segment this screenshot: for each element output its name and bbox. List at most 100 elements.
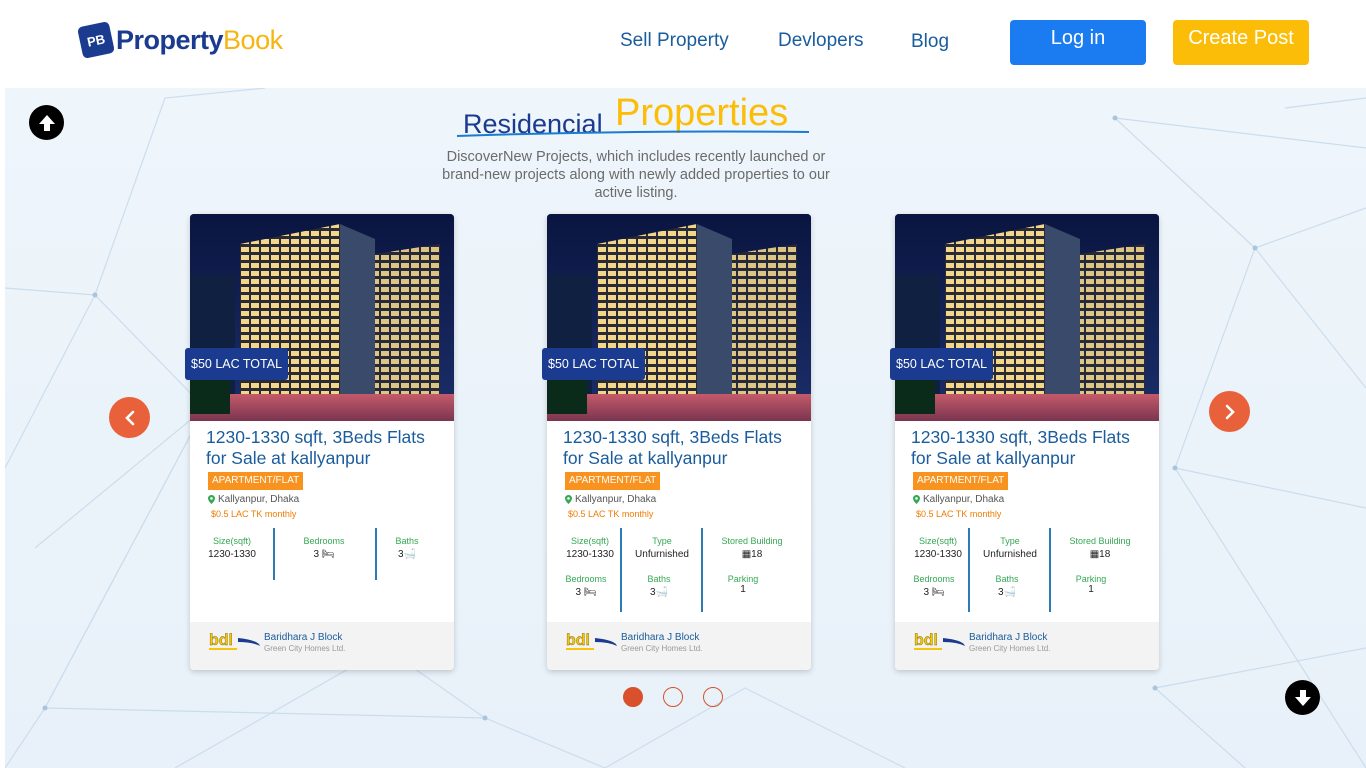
section-subtitle: DiscoverNew Projects, which includes rec… — [442, 149, 830, 201]
stat-size: Size(sqft) 1230-1330 — [559, 536, 621, 560]
stat-size-label: Size(sqft) — [570, 536, 609, 546]
developer-logo-text: bdl — [914, 632, 938, 649]
location-text: Kallyanpur, Dhaka — [218, 494, 300, 505]
property-card[interactable]: $50 LAC TOTAL 1230-1330 sqft, 3Beds Flat… — [542, 214, 811, 670]
developer-footer[interactable]: bdl Baridhara J Block Green City Homes L… — [547, 622, 811, 670]
bedrooms-count: 3 — [575, 587, 582, 598]
location-pin-icon — [208, 495, 215, 504]
property-card[interactable]: $50 LAC TOTAL 1230-1330 sqft, 3Beds Flat… — [890, 214, 1159, 670]
brand-logo-text: PropertyBook — [116, 25, 283, 56]
arrow-up-icon — [38, 114, 55, 131]
bath-icon: 🛁 — [1003, 587, 1016, 598]
stat-size-label: Size(sqft) — [918, 536, 957, 546]
developer-logo: bdl — [914, 632, 965, 650]
title-underline — [457, 130, 809, 137]
create-post-button[interactable]: Create Post — [1173, 20, 1309, 65]
stat-divider — [701, 528, 703, 612]
nav-blog[interactable]: Blog — [911, 31, 949, 53]
bed-icon: 🛏 — [931, 587, 945, 598]
stat-bedrooms-label: Bedrooms — [913, 574, 955, 584]
developer-footer[interactable]: bdl Baridhara J Block Green City Homes L… — [190, 622, 454, 670]
property-type-badge: APARTMENT/FLAT — [565, 472, 661, 490]
stat-type-label: Type — [652, 536, 672, 546]
stat-baths-value: 3🛁 — [387, 549, 427, 560]
stat-parking: Parking 1 — [1071, 574, 1111, 595]
property-location: Kallyanpur, Dhaka — [913, 494, 1004, 505]
building-icon: ▦ — [1089, 549, 1100, 560]
stored-count: 18 — [751, 549, 763, 560]
stat-parking-label: Parking — [727, 574, 759, 584]
stat-bedrooms-value: 3 🛏 — [559, 587, 613, 598]
stat-size-label: Size(sqft) — [212, 536, 251, 546]
carousel-prev-button[interactable] — [109, 397, 150, 438]
location-text: Kallyanpur, Dhaka — [575, 494, 657, 505]
stat-bedrooms: Bedrooms 3 🛏 — [907, 574, 961, 598]
developer-name: Baridhara J Block — [264, 632, 343, 643]
price-tag: $50 LAC TOTAL — [890, 348, 994, 380]
property-type-badge: APARTMENT/FLAT — [208, 472, 304, 490]
stat-bedrooms-value: 3 🛏 — [290, 549, 358, 560]
property-location: Kallyanpur, Dhaka — [565, 494, 656, 505]
stat-type: Type Unfurnished — [977, 536, 1043, 560]
monthly-price: $0.5 LAC TK monthly — [211, 509, 297, 519]
property-location: Kallyanpur, Dhaka — [208, 494, 299, 505]
developer-company: Green City Homes Ltd. — [264, 644, 346, 653]
price-tag: $50 LAC TOTAL — [185, 348, 289, 380]
stat-parking-label: Parking — [1075, 574, 1107, 584]
stat-divider — [620, 528, 622, 612]
property-type-badge: APARTMENT/FLAT — [913, 472, 1009, 490]
stat-size-value: 1230-1330 — [566, 549, 614, 560]
nav-developers[interactable]: Devlopers — [778, 30, 864, 52]
brand-logo-part1: Property — [116, 24, 224, 55]
property-card[interactable]: $50 LAC TOTAL 1230-1330 sqft, 3Beds Flat… — [185, 214, 454, 670]
stat-baths: Baths 3🛁 — [387, 536, 427, 560]
stat-stored-value: ▦18 — [1060, 549, 1140, 560]
stat-parking-value: 1 — [1088, 584, 1094, 595]
developer-footer[interactable]: bdl Baridhara J Block Green City Homes L… — [895, 622, 1159, 670]
scroll-up-button[interactable] — [29, 105, 64, 140]
property-title[interactable]: 1230-1330 sqft, 3Beds Flats for Sale at … — [911, 427, 1151, 469]
brand-logo[interactable]: PB PropertyBook — [77, 21, 283, 59]
stat-size-value: 1230-1330 — [208, 549, 256, 560]
stat-divider — [375, 528, 377, 580]
nav-sell-property[interactable]: Sell Property — [620, 30, 729, 52]
bath-icon: 🛁 — [403, 549, 416, 560]
property-image — [547, 214, 811, 421]
stat-baths: Baths 3🛁 — [639, 574, 679, 598]
stat-bedrooms: Bedrooms 3 🛏 — [290, 536, 358, 560]
stat-stored-value: ▦18 — [712, 549, 792, 560]
stat-stored-building: Stored Building ▦18 — [1060, 536, 1140, 560]
stat-stored-label: Stored Building — [1069, 536, 1131, 546]
developer-logo: bdl — [209, 632, 260, 650]
bedrooms-count: 3 — [313, 549, 320, 560]
section-title-part2: Properties — [615, 92, 789, 134]
monthly-price: $0.5 LAC TK monthly — [916, 509, 1002, 519]
property-image — [190, 214, 454, 421]
carousel-dot-2[interactable] — [663, 687, 683, 707]
property-image — [895, 214, 1159, 421]
stat-size: Size(sqft) 1230-1330 — [202, 536, 262, 560]
bed-icon: 🛏 — [321, 549, 335, 560]
stat-stored-building: Stored Building ▦18 — [712, 536, 792, 560]
stat-bedrooms-label: Bedrooms — [565, 574, 607, 584]
stat-divider — [1049, 528, 1051, 612]
stat-baths-label: Baths — [395, 536, 419, 546]
carousel-next-button[interactable] — [1209, 391, 1250, 432]
stat-type-value: Unfurnished — [983, 549, 1037, 560]
stat-parking: Parking 1 — [723, 574, 763, 595]
carousel-dot-1[interactable] — [623, 687, 643, 707]
stat-baths-value: 3🛁 — [639, 587, 679, 598]
stat-bedrooms: Bedrooms 3 🛏 — [559, 574, 613, 598]
property-stats: Size(sqft) 1230-1330 Bedrooms 3 🛏 Baths … — [190, 528, 454, 598]
stat-bedrooms-value: 3 🛏 — [907, 587, 961, 598]
property-title[interactable]: 1230-1330 sqft, 3Beds Flats for Sale at … — [563, 427, 803, 469]
login-button[interactable]: Log in — [1010, 20, 1146, 65]
stat-divider — [968, 528, 970, 612]
brand-logo-part2: Book — [223, 24, 283, 55]
bath-icon: 🛁 — [655, 587, 668, 598]
monthly-price: $0.5 LAC TK monthly — [568, 509, 654, 519]
developer-company: Green City Homes Ltd. — [621, 644, 703, 653]
property-title[interactable]: 1230-1330 sqft, 3Beds Flats for Sale at … — [206, 427, 446, 469]
carousel-dot-3[interactable] — [703, 687, 723, 707]
scroll-down-button[interactable] — [1285, 680, 1320, 715]
